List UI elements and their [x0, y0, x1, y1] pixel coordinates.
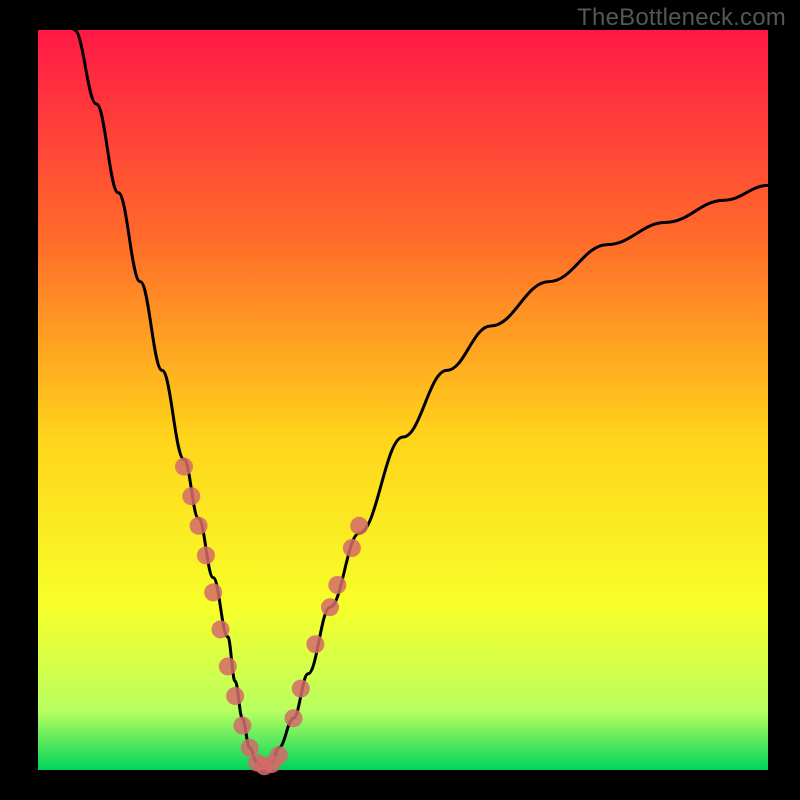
sample-dot — [292, 680, 310, 698]
sample-dot — [197, 546, 215, 564]
sample-dot — [321, 598, 339, 616]
bottleneck-chart — [0, 0, 800, 800]
sample-dot — [212, 620, 230, 638]
sample-dot — [285, 709, 303, 727]
sample-dot — [190, 517, 208, 535]
sample-dot — [226, 687, 244, 705]
watermark-text: TheBottleneck.com — [577, 4, 786, 32]
sample-dot — [328, 576, 346, 594]
sample-dot — [343, 539, 361, 557]
sample-dot — [204, 583, 222, 601]
sample-dot — [350, 517, 368, 535]
plot-background — [38, 30, 768, 770]
sample-dot — [219, 657, 237, 675]
sample-dot — [306, 635, 324, 653]
sample-dot — [175, 458, 193, 476]
sample-dot — [233, 717, 251, 735]
sample-dot — [270, 746, 288, 764]
chart-frame: TheBottleneck.com — [0, 0, 800, 800]
sample-dot — [182, 487, 200, 505]
